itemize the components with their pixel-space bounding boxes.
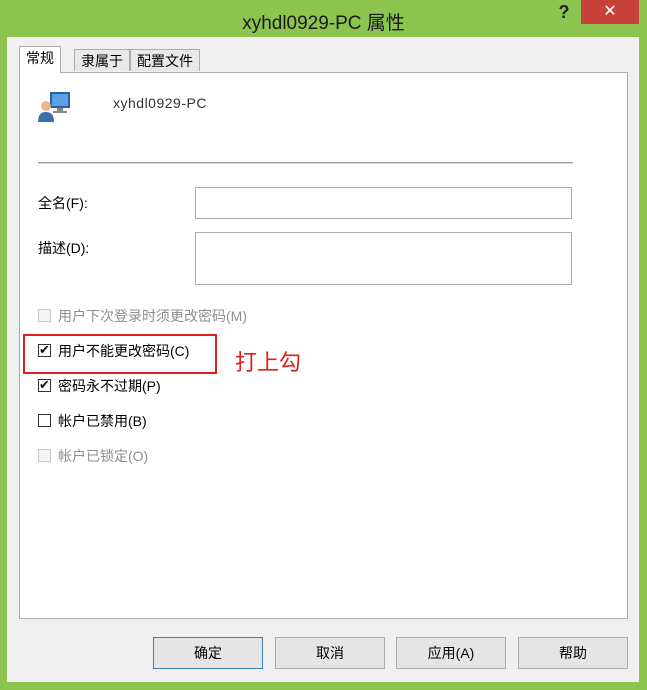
description-field[interactable] — [195, 232, 572, 285]
fullname-field[interactable] — [195, 187, 572, 219]
computer-name: xyhdl0929-PC — [113, 95, 207, 111]
ok-button[interactable]: 确定 — [153, 637, 263, 669]
description-label: 描述(D): — [38, 240, 90, 256]
cancel-button[interactable]: 取消 — [275, 637, 385, 669]
annotation-highlight-box — [23, 334, 217, 374]
account-locked-label: 帐户已锁定(O) — [58, 448, 149, 464]
title-bar: xyhdl0929-PC 属性 ? ✕ — [0, 0, 647, 37]
tab-profile[interactable]: 配置文件 — [130, 49, 200, 71]
annotation-text: 打上勾 — [235, 351, 302, 376]
tab-general[interactable]: 常规 — [19, 46, 61, 73]
account-disabled-checkbox[interactable] — [38, 414, 51, 427]
help-button[interactable]: 帮助 — [518, 637, 628, 669]
computer-user-icon — [38, 92, 70, 122]
apply-button[interactable]: 应用(A) — [396, 637, 506, 669]
account-disabled-label: 帐户已禁用(B) — [58, 413, 147, 429]
close-button[interactable]: ✕ — [581, 0, 639, 24]
password-never-expires-label: 密码永不过期(P) — [58, 378, 161, 394]
help-title-button[interactable]: ? — [549, 0, 579, 24]
password-never-expires-checkbox[interactable]: ✔ — [38, 377, 51, 392]
must-change-password-checkbox[interactable] — [38, 309, 51, 322]
check-mark-icon: ✔ — [39, 377, 50, 392]
must-change-password-label: 用户下次登录时须更改密码(M) — [58, 308, 247, 324]
tab-member-of[interactable]: 隶属于 — [74, 49, 130, 71]
divider — [38, 162, 573, 164]
fullname-label: 全名(F): — [38, 195, 88, 211]
account-locked-checkbox[interactable] — [38, 449, 51, 462]
